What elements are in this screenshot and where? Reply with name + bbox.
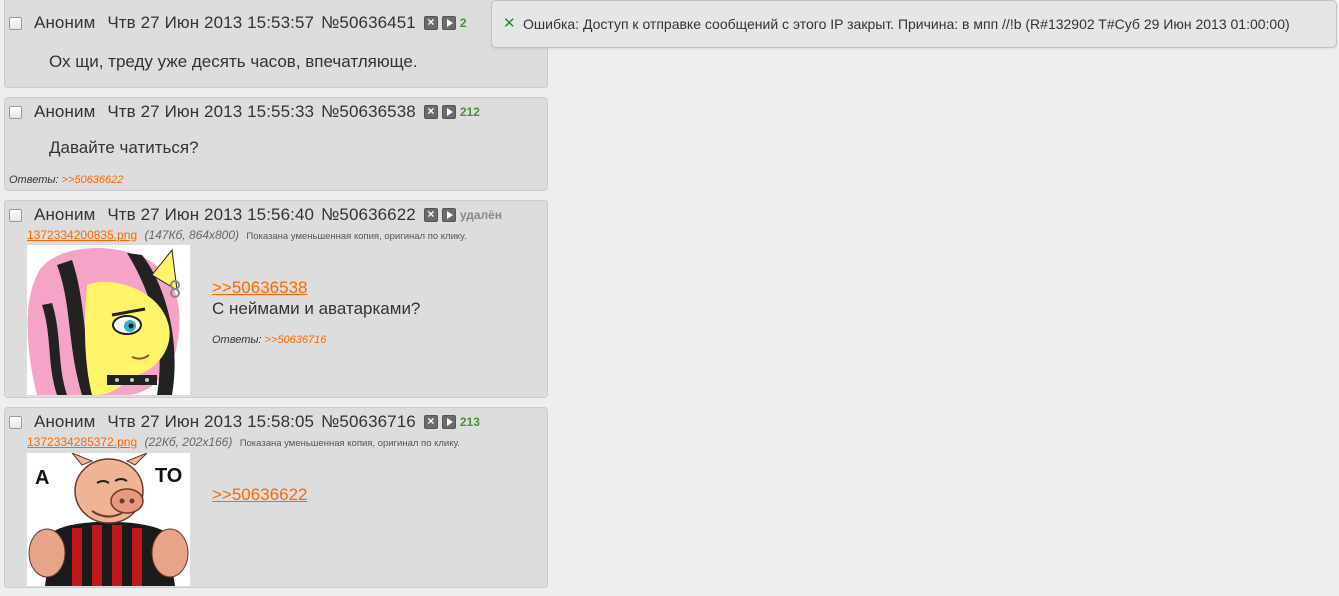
reply-count-badge: 213: [459, 415, 480, 429]
hide-post-button[interactable]: ×: [423, 414, 438, 429]
image-text-left: А: [35, 467, 50, 489]
replies-label: Ответы:: [212, 334, 262, 346]
reply-count-badge: 2: [459, 16, 467, 30]
post-message: Давайте чатиться?: [49, 138, 199, 157]
deleted-badge: удалён: [459, 208, 503, 222]
post-number[interactable]: №50636451: [321, 13, 416, 33]
image-text-right: ТО: [155, 465, 183, 487]
file-note: Показана уменьшенная копия, оригинал по …: [239, 438, 460, 449]
expand-post-button[interactable]: [441, 16, 456, 30]
reply-link[interactable]: >>50636716: [265, 334, 327, 346]
pony-image: [27, 245, 190, 395]
post: Аноним Чтв 27 Июн 2013 15:58:05 №5063671…: [4, 407, 548, 588]
post-select-checkbox[interactable]: [9, 208, 22, 222]
post-number[interactable]: №50636538: [321, 102, 416, 122]
poster-name: Аноним: [34, 412, 96, 431]
error-notification: ✕ Ошибка: Доступ к отправке сообщений с …: [491, 0, 1337, 48]
replies-line: Ответы: >>50636716: [212, 334, 326, 346]
play-icon: [446, 108, 453, 116]
expand-post-button[interactable]: [441, 105, 456, 119]
post-header: Аноним Чтв 27 Июн 2013 15:56:40 №5063662…: [9, 204, 502, 226]
hide-post-button[interactable]: ×: [423, 207, 438, 222]
post: Аноним Чтв 27 Июн 2013 15:56:40 №5063662…: [4, 200, 548, 398]
replies-label: Ответы:: [9, 174, 59, 186]
close-icon: ×: [427, 15, 435, 29]
expand-post-button[interactable]: [441, 415, 456, 429]
play-icon: [446, 418, 453, 426]
post-message: С неймами и аватарками?: [212, 299, 421, 318]
play-icon: [446, 19, 453, 27]
post-message: Ох щи, треду уже десять часов, впечатляю…: [49, 52, 418, 71]
post-date: Чтв 27 Июн 2013 15:55:33: [107, 102, 315, 121]
quote-link[interactable]: >>50636622: [212, 484, 308, 505]
file-meta: (147Кб, 864x800): [144, 228, 240, 242]
post-date: Чтв 27 Июн 2013 15:58:05: [107, 412, 315, 431]
post-date: Чтв 27 Июн 2013 15:56:40: [107, 205, 315, 224]
post-select-checkbox[interactable]: [9, 105, 22, 119]
hide-post-button[interactable]: ×: [423, 15, 438, 30]
poster-name: Аноним: [34, 102, 96, 121]
post-header: Аноним Чтв 27 Июн 2013 15:53:57 №5063645…: [9, 12, 467, 34]
post-select-checkbox[interactable]: [9, 415, 22, 429]
file-link[interactable]: 1372334285372.png: [27, 435, 137, 449]
reply-link[interactable]: >>50636622: [62, 174, 124, 186]
close-icon[interactable]: ✕: [503, 14, 516, 32]
file-note: Показана уменьшенная копия, оригинал по …: [246, 231, 467, 242]
post-header: Аноним Чтв 27 Июн 2013 15:55:33 №5063653…: [9, 101, 480, 123]
file-meta: (22Кб, 202x166): [144, 435, 233, 449]
close-icon: ×: [427, 207, 435, 221]
play-icon: [446, 211, 453, 219]
post-image-thumbnail[interactable]: А ТО: [27, 453, 190, 586]
post-image-thumbnail[interactable]: [27, 245, 190, 395]
expand-post-button[interactable]: [441, 208, 456, 222]
file-info: 1372334285372.png (22Кб, 202x166) Показа…: [27, 435, 460, 449]
post-date: Чтв 27 Июн 2013 15:53:57: [107, 13, 315, 32]
file-link[interactable]: 1372334200835.png: [27, 228, 137, 242]
close-icon: ×: [427, 414, 435, 428]
post-number[interactable]: №50636716: [321, 412, 416, 432]
replies-line: Ответы: >>50636622: [9, 174, 123, 186]
post-header: Аноним Чтв 27 Июн 2013 15:58:05 №5063671…: [9, 411, 480, 433]
post-number[interactable]: №50636622: [321, 205, 416, 225]
quote-link[interactable]: >>50636538: [212, 277, 308, 298]
hide-post-button[interactable]: ×: [423, 104, 438, 119]
close-icon: ×: [427, 104, 435, 118]
error-message: Ошибка: Доступ к отправке сообщений с эт…: [523, 16, 1290, 32]
post-select-checkbox[interactable]: [9, 16, 22, 30]
post: Аноним Чтв 27 Июн 2013 15:53:57 №5063645…: [4, 0, 548, 88]
post: Аноним Чтв 27 Июн 2013 15:55:33 №5063653…: [4, 97, 548, 191]
reply-count-badge: 212: [459, 105, 480, 119]
poster-name: Аноним: [34, 205, 96, 224]
poster-name: Аноним: [34, 13, 96, 32]
file-info: 1372334200835.png (147Кб, 864x800) Показ…: [27, 228, 467, 242]
